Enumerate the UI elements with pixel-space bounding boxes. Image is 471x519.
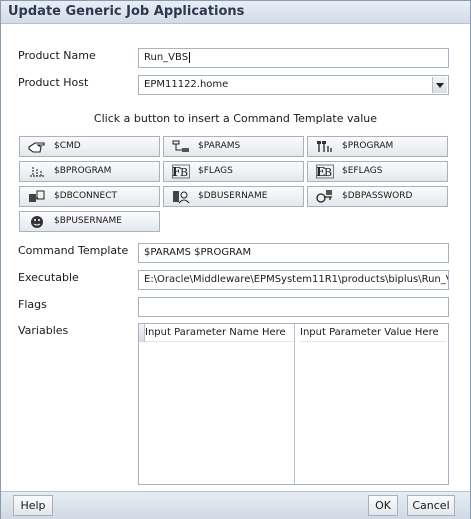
command-template-label: Command Template xyxy=(18,244,129,257)
eflags-button-label: $EFLAGS xyxy=(342,166,383,176)
svg-text:B: B xyxy=(180,166,188,179)
executable-label: Executable xyxy=(18,271,79,284)
params-icon xyxy=(172,140,189,152)
variables-table[interactable]: Input Parameter Name Here Input Paramete… xyxy=(138,323,449,485)
dbpassword-button-label: $DBPASSWORD xyxy=(342,191,413,201)
dialog-title: Update Generic Job Applications xyxy=(8,4,245,19)
program-button[interactable]: $PROGRAM xyxy=(307,136,448,157)
product-name-label: Product Name xyxy=(18,49,96,62)
bpusername-button-label: $BPUSERNAME xyxy=(54,216,122,226)
cmd-button[interactable]: $CMD xyxy=(19,136,160,157)
params-button[interactable]: $PARAMS xyxy=(163,136,304,157)
dbpassword-button[interactable]: $DBPASSWORD xyxy=(307,186,448,207)
param-value-header[interactable]: Input Parameter Value Here xyxy=(300,324,446,342)
bprogram-icon xyxy=(30,167,44,177)
dbpassword-icon xyxy=(316,190,332,203)
program-button-label: $PROGRAM xyxy=(342,141,394,151)
executable-input[interactable]: E:\Oracle\Middleware\EPMSystem11R1\produ… xyxy=(138,270,449,290)
dbconnect-button-label: $DBCONNECT xyxy=(54,191,117,201)
flags-button-label: $FLAGS xyxy=(198,166,233,176)
variables-label: Variables xyxy=(18,324,69,337)
eflags-icon: EB xyxy=(316,164,334,179)
eflags-button[interactable]: EB $EFLAGS xyxy=(307,161,448,182)
cancel-button[interactable]: Cancel xyxy=(407,495,455,516)
command-template-input[interactable]: $PARAMS $PROGRAM xyxy=(138,243,449,263)
program-icon xyxy=(317,141,332,152)
dbconnect-icon xyxy=(29,190,45,202)
bpusername-button[interactable]: $BPUSERNAME xyxy=(19,211,160,232)
flags-button[interactable]: FB $FLAGS xyxy=(163,161,304,182)
dialog-window: Update Generic Job Applications Product … xyxy=(0,0,471,519)
param-name-header[interactable]: Input Parameter Name Here xyxy=(145,324,294,342)
chevron-down-icon[interactable] xyxy=(432,77,447,93)
product-host-label: Product Host xyxy=(18,76,89,89)
flags-input[interactable] xyxy=(138,297,449,317)
bprogram-button-label: $BPROGRAM xyxy=(54,166,112,176)
ok-button[interactable]: OK xyxy=(368,495,398,516)
svg-text:B: B xyxy=(324,166,332,179)
product-host-value: EPM11122.home xyxy=(144,79,229,90)
pointing-hand-icon xyxy=(28,142,45,153)
button-bar: Help OK Cancel xyxy=(1,491,470,519)
flags-label: Flags xyxy=(18,298,47,311)
title-bar: Update Generic Job Applications xyxy=(1,1,470,24)
column-divider[interactable] xyxy=(294,324,295,484)
product-host-select[interactable]: EPM11122.home xyxy=(138,75,449,95)
insert-hint: Click a button to insert a Command Templ… xyxy=(93,112,378,125)
dbusername-button[interactable]: $DBUSERNAME xyxy=(163,186,304,207)
cmd-button-label: $CMD xyxy=(54,141,81,151)
dbusername-button-label: $DBUSERNAME xyxy=(198,191,268,201)
text-cursor xyxy=(189,52,191,63)
bpusername-icon xyxy=(31,216,43,228)
flags-icon: FB xyxy=(172,164,190,179)
params-button-label: $PARAMS xyxy=(198,141,241,151)
dbusername-icon xyxy=(173,191,190,204)
bprogram-button[interactable]: $BPROGRAM xyxy=(19,161,160,182)
product-name-value: Run_VBS xyxy=(144,52,189,63)
help-button[interactable]: Help xyxy=(13,495,53,516)
dbconnect-button[interactable]: $DBCONNECT xyxy=(19,186,160,207)
product-name-input[interactable]: Run_VBS xyxy=(138,48,449,68)
